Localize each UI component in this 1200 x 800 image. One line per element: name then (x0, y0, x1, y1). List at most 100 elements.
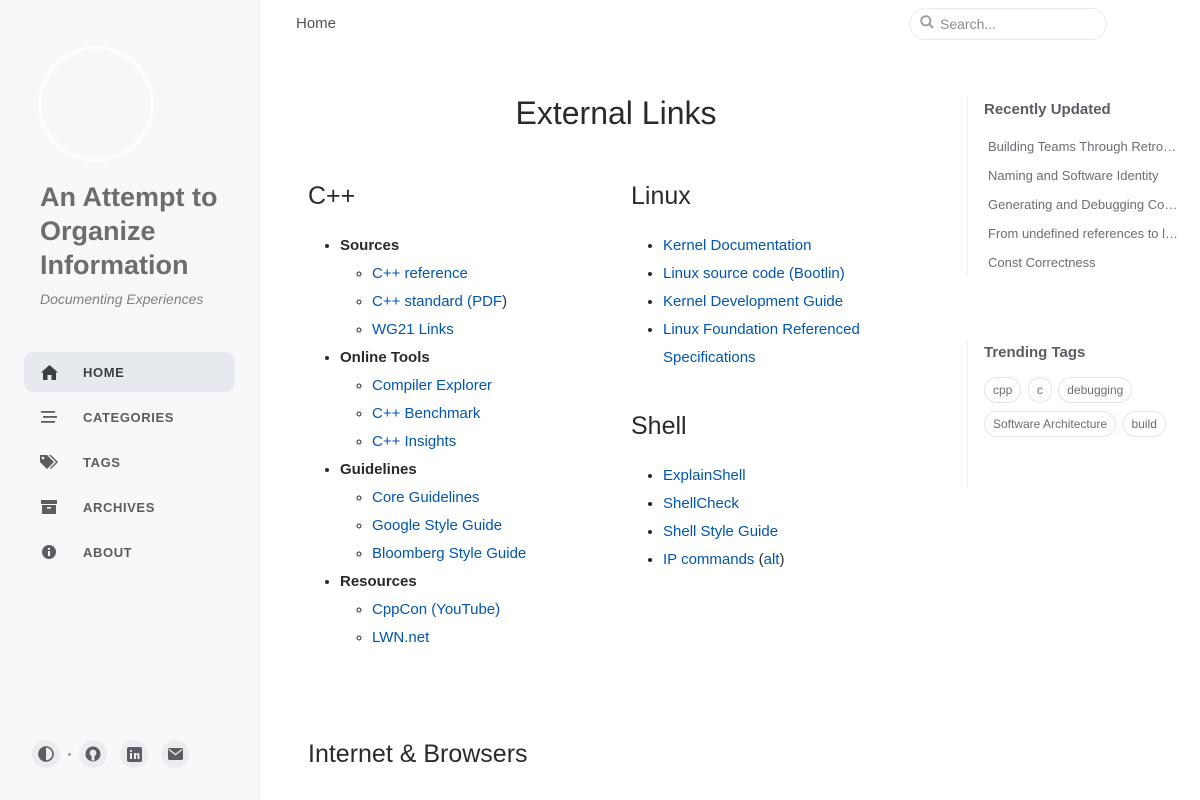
trending-tags-panel: Trending Tags cpp c debugging Software A… (967, 340, 1184, 488)
recent-post-link[interactable]: From undefined references to linking (984, 219, 1179, 248)
list-item: Online Tools Compiler Explorer C++ Bench… (340, 344, 526, 456)
nav-item-about[interactable]: ABOUT (24, 532, 235, 572)
link-linux-foundation-specs[interactable]: Linux Foundation Referenced Specificatio… (663, 321, 860, 366)
info-circle-icon (40, 543, 58, 561)
list-item: Compiler Explorer (372, 372, 526, 400)
list-item: CppCon (YouTube) (372, 596, 526, 624)
list-item: LWN.net (372, 624, 526, 652)
link-kernel-documentation[interactable]: Kernel Documentation (663, 237, 811, 254)
paren-close: ) (779, 551, 785, 568)
link-cpp-insights[interactable]: C++ Insights (372, 433, 456, 450)
group-label-sources: Sources (340, 237, 400, 254)
list-item: Kernel Development Guide (663, 288, 901, 316)
tags-icon (40, 453, 58, 471)
list-item: Kernel Documentation (663, 232, 901, 260)
trending-tags-title: Trending Tags (984, 344, 1086, 361)
shell-link-list: ExplainShell ShellCheck Shell Style Guid… (631, 462, 784, 574)
link-cpp-benchmark[interactable]: C++ Benchmark (372, 405, 480, 422)
list-item: Bloomberg Style Guide (372, 540, 526, 568)
stream-icon (40, 408, 58, 426)
nav-label: HOME (83, 364, 125, 380)
link-wg21[interactable]: WG21 Links (372, 321, 454, 338)
list-item: IP commands (alt) (663, 546, 784, 574)
recent-post-link[interactable]: Const Correctness (984, 248, 1179, 277)
sidebar-bottom (32, 740, 202, 768)
list-item: Linux source code (Bootlin) (663, 260, 901, 288)
recent-post-link[interactable]: Naming and Software Identity (984, 161, 1179, 190)
page-title: External Links (515, 95, 717, 131)
tag-software-architecture[interactable]: Software Architecture (984, 411, 1117, 437)
linux-link-list: Kernel Documentation Linux source code (… (631, 232, 901, 372)
list-item: Sources C++ reference C++ standard (PDF)… (340, 232, 526, 344)
home-icon (40, 363, 58, 381)
github-icon[interactable] (79, 740, 107, 768)
cpp-link-list: Sources C++ reference C++ standard (PDF)… (308, 232, 526, 652)
nav-item-home[interactable]: HOME (24, 352, 235, 392)
list-item: Resources CppCon (YouTube) LWN.net (340, 568, 526, 652)
nav-item-tags[interactable]: TAGS (24, 442, 235, 482)
list-item: C++ reference (372, 260, 526, 288)
tag-build[interactable]: build (1122, 411, 1166, 437)
recent-post-link[interactable]: Building Teams Through Retrospectives (984, 132, 1179, 161)
section-heading-cpp: C++ (308, 182, 356, 210)
section-heading-internet-browsers: Internet & Browsers (308, 740, 528, 768)
nav-item-categories[interactable]: CATEGORIES (24, 397, 235, 437)
link-cppcon[interactable]: CppCon (YouTube) (372, 601, 500, 618)
list-item: C++ standard (PDF) (372, 288, 526, 316)
link-google-style-guide[interactable]: Google Style Guide (372, 517, 502, 534)
link-shellcheck[interactable]: ShellCheck (663, 495, 739, 512)
archive-icon (40, 498, 58, 516)
linkedin-icon[interactable] (120, 740, 148, 768)
section-heading-shell: Shell (631, 412, 687, 440)
search-box[interactable] (909, 8, 1107, 40)
tag-cloud: cpp c debugging Software Architecture bu… (984, 377, 1184, 445)
link-linux-source-code[interactable]: Linux source code (Bootlin) (663, 265, 845, 282)
link-explainshell[interactable]: ExplainShell (663, 467, 746, 484)
nav-item-archives[interactable]: ARCHIVES (24, 487, 235, 527)
tag-cpp[interactable]: cpp (984, 377, 1022, 403)
link-core-guidelines[interactable]: Core Guidelines (372, 489, 480, 506)
section-heading-linux: Linux (631, 182, 691, 210)
list-item: C++ Benchmark (372, 400, 526, 428)
list-item: WG21 Links (372, 316, 526, 344)
list-item: ShellCheck (663, 490, 784, 518)
search-input[interactable] (940, 16, 1100, 32)
recently-updated-panel: Recently Updated Building Teams Through … (967, 96, 1179, 276)
nav-label: TAGS (83, 454, 121, 470)
tag-debugging[interactable]: debugging (1058, 377, 1133, 403)
nav-label: ABOUT (83, 544, 133, 560)
link-cpp-standard[interactable]: C++ standard ( (372, 293, 472, 310)
list-item: Shell Style Guide (663, 518, 784, 546)
link-bloomberg-style-guide[interactable]: Bloomberg Style Guide (372, 545, 526, 562)
list-item: ExplainShell (663, 462, 784, 490)
recently-updated-list: Building Teams Through Retrospectives Na… (984, 132, 1179, 277)
link-ip-commands[interactable]: IP commands (663, 551, 754, 568)
recently-updated-title: Recently Updated (984, 101, 1111, 118)
search-icon (920, 14, 934, 34)
group-label-resources: Resources (340, 573, 417, 590)
email-icon[interactable] (161, 740, 189, 768)
link-lwn[interactable]: LWN.net (372, 629, 429, 646)
link-compiler-explorer[interactable]: Compiler Explorer (372, 377, 492, 394)
sidebar-nav: HOME CATEGORIES TAGS ARCHIVES ABOUT (24, 352, 235, 577)
nav-label: ARCHIVES (83, 499, 155, 515)
link-cpp-reference[interactable]: C++ reference (372, 265, 468, 282)
link-kernel-development-guide[interactable]: Kernel Development Guide (663, 293, 843, 310)
site-title[interactable]: An Attempt to Organize Information (40, 180, 240, 282)
avatar[interactable] (38, 46, 154, 162)
group-label-guidelines: Guidelines (340, 461, 417, 478)
recent-post-link[interactable]: Generating and Debugging Core Dumps (984, 190, 1179, 219)
paren-open: ( (754, 551, 764, 568)
link-cpp-standard-pdf[interactable]: PDF (472, 293, 502, 310)
link-ip-commands-alt[interactable]: alt (764, 551, 780, 568)
link-shell-style-guide[interactable]: Shell Style Guide (663, 523, 778, 540)
list-item: Core Guidelines (372, 484, 526, 512)
breadcrumb[interactable]: Home (296, 15, 336, 32)
theme-toggle-icon[interactable] (32, 740, 60, 768)
tag-c[interactable]: c (1027, 377, 1052, 403)
list-item: Guidelines Core Guidelines Google Style … (340, 456, 526, 568)
site-subtitle: Documenting Experiences (40, 291, 204, 307)
nav-label: CATEGORIES (83, 409, 174, 425)
paren-close: ) (502, 293, 508, 310)
separator-dot (68, 752, 71, 756)
